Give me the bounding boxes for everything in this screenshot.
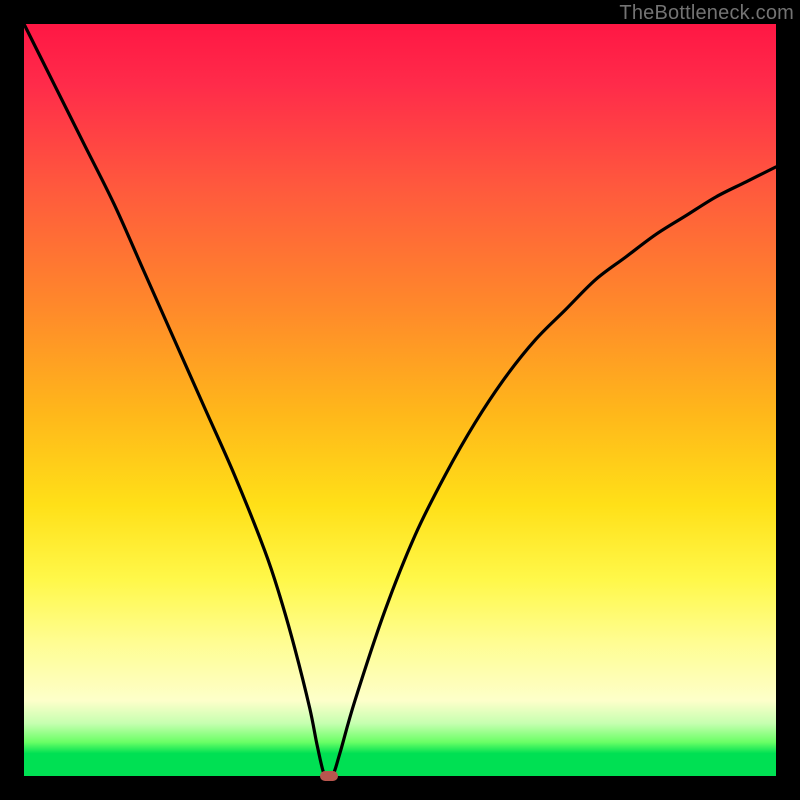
minimum-marker	[320, 771, 338, 781]
bottleneck-curve	[24, 24, 776, 776]
chart-frame: TheBottleneck.com	[0, 0, 800, 800]
plot-area	[24, 24, 776, 776]
watermark-text: TheBottleneck.com	[619, 2, 794, 25]
